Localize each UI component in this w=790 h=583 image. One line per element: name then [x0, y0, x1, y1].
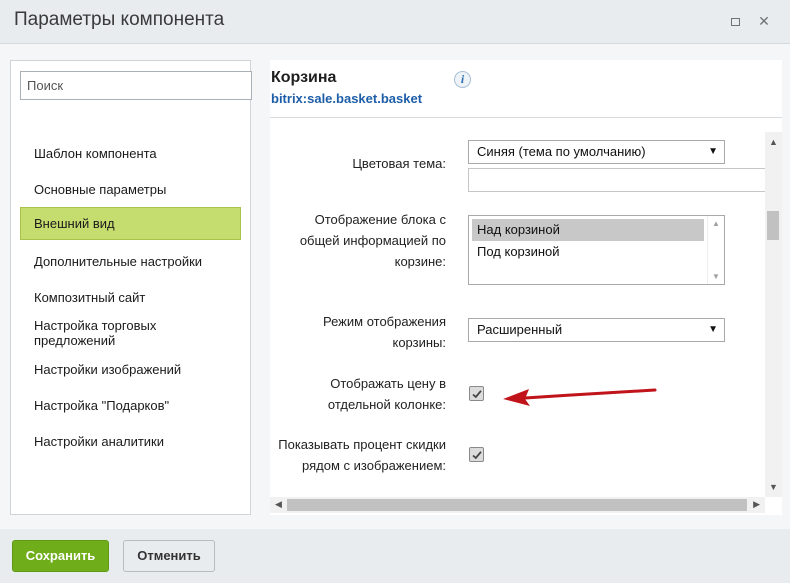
sidebar-item-composite[interactable]: Композитный сайт	[11, 279, 251, 315]
scroll-up-icon: ▲	[712, 219, 720, 228]
search-input[interactable]	[20, 71, 252, 100]
info-block-label: Отображение блока с общей информацией по…	[299, 212, 446, 269]
sidebar-item-offers[interactable]: Настройка торговых предложений	[11, 315, 251, 351]
scroll-up-icon[interactable]: ▲	[769, 137, 778, 147]
component-title: Корзина	[271, 69, 337, 86]
discount-label: Показывать процент скидки рядом с изобра…	[278, 437, 446, 473]
scroll-down-icon: ▼	[712, 272, 720, 281]
sidebar-item-label: Внешний вид	[34, 216, 115, 231]
scroll-thumb[interactable]	[767, 211, 779, 240]
checkmark-icon	[472, 390, 482, 399]
maximize-button[interactable]	[727, 13, 743, 29]
dropdown-arrow-icon: ▼	[708, 146, 718, 157]
sidebar-item-template[interactable]: Шаблон компонента	[11, 135, 251, 171]
close-icon: ✕	[758, 13, 770, 29]
sidebar-item-main-params[interactable]: Основные параметры	[11, 171, 251, 207]
window-title: Параметры компонента	[14, 9, 225, 30]
listbox-option-above[interactable]: Над корзиной	[472, 219, 704, 241]
sidebar-item-label: Настройка "Подарков"	[34, 397, 170, 413]
dropdown-arrow-icon: ▼	[708, 324, 718, 335]
component-code: bitrix:sale.basket.basket	[271, 91, 423, 106]
listbox-scrollbar[interactable]: ▲ ▼	[707, 216, 724, 284]
sidebar-item-label: Настройки изображений	[34, 361, 182, 377]
scroll-right-icon[interactable]: ▶	[753, 499, 760, 510]
cancel-button[interactable]: Отменить	[123, 540, 215, 572]
sidebar-item-analytics[interactable]: Настройки аналитики	[11, 423, 251, 459]
info-icon[interactable]: i	[454, 71, 471, 88]
sidebar-item-images[interactable]: Настройки изображений	[11, 351, 251, 387]
settings-form: Цветовая тема: Синяя (тема по умолчанию)…	[270, 132, 765, 492]
display-mode-select[interactable]: Расширенный ▼	[468, 318, 725, 342]
red-arrow-annotation	[503, 388, 657, 406]
sidebar-item-label: Дополнительные настройки	[34, 253, 203, 269]
title-bar: Параметры компонента ✕	[0, 0, 790, 44]
color-theme-custom-input[interactable]	[468, 168, 765, 192]
settings-panel: Корзина bitrix:sale.basket.basket i Цвет…	[270, 60, 782, 515]
scroll-down-icon[interactable]: ▼	[769, 482, 778, 492]
sidebar-item-label: Основные параметры	[34, 181, 167, 197]
sidebar-item-additional[interactable]: Дополнительные настройки	[11, 243, 251, 279]
display-mode-label: Режим отображения корзины:	[323, 314, 446, 350]
listbox-option-below[interactable]: Под корзиной	[472, 241, 704, 263]
checkmark-icon	[472, 451, 482, 460]
discount-checkbox[interactable]	[469, 447, 484, 462]
dialog-content: Шаблон компонента Основные параметры Вне…	[0, 44, 790, 529]
sidebar-item-label: Шаблон компонента	[34, 145, 157, 161]
divider	[270, 117, 782, 118]
horizontal-scrollbar[interactable]: ◀ ▶	[270, 497, 765, 513]
sidebar-item-gifts[interactable]: Настройка "Подарков"	[11, 387, 251, 423]
sidebar-item-label: Композитный сайт	[34, 289, 146, 305]
save-button[interactable]: Сохранить	[12, 540, 109, 572]
sidebar-nav: Шаблон компонента Основные параметры Вне…	[11, 135, 251, 459]
close-button[interactable]: ✕	[756, 13, 772, 29]
scroll-thumb[interactable]	[287, 499, 747, 511]
dialog-footer: Сохранить Отменить	[0, 529, 790, 583]
price-column-checkbox[interactable]	[469, 386, 484, 401]
select-value: Синяя (тема по умолчанию)	[477, 144, 646, 159]
color-theme-select[interactable]: Синяя (тема по умолчанию) ▼	[468, 140, 725, 164]
scroll-left-icon[interactable]: ◀	[275, 499, 282, 510]
info-block-listbox[interactable]: Над корзиной Под корзиной ▲ ▼	[468, 215, 725, 285]
sidebar-item-label: Настройка торговых предложений	[34, 318, 157, 348]
sidebar-item-appearance[interactable]: Внешний вид	[20, 207, 241, 240]
sidebar: Шаблон компонента Основные параметры Вне…	[10, 60, 252, 515]
maximize-icon	[730, 18, 740, 26]
price-column-label: Отображать цену в отдельной колонке:	[327, 376, 446, 412]
color-theme-label: Цветовая тема:	[352, 156, 446, 171]
sidebar-item-label: Настройки аналитики	[34, 433, 165, 449]
select-value: Расширенный	[477, 322, 563, 337]
vertical-scrollbar[interactable]: ▲ ▼	[765, 132, 782, 497]
